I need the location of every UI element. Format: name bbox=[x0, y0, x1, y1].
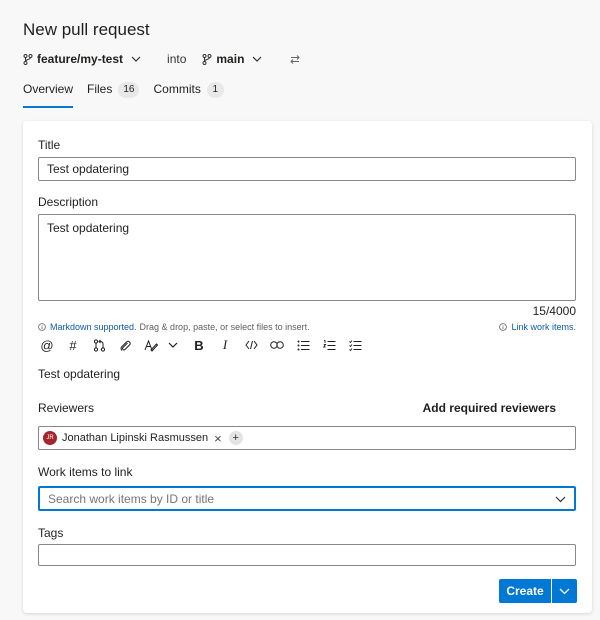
target-branch-name: main bbox=[216, 52, 245, 66]
chevron-down-icon bbox=[252, 56, 266, 62]
add-reviewer-icon[interactable]: + bbox=[228, 431, 243, 445]
branch-icon bbox=[202, 53, 212, 65]
chevron-down-icon[interactable] bbox=[555, 492, 566, 506]
create-options-button[interactable] bbox=[551, 579, 577, 603]
description-field[interactable]: Test opdatering bbox=[38, 214, 576, 301]
create-button-group: Create bbox=[499, 579, 577, 603]
markdown-hint-text: Drag & drop, paste, or select files to i… bbox=[139, 322, 310, 332]
branch-selector-row: feature/my-test into main bbox=[23, 51, 301, 67]
tab-label: Commits bbox=[153, 82, 201, 96]
bulleted-list-icon[interactable] bbox=[294, 336, 312, 354]
work-items-search-input[interactable] bbox=[48, 491, 555, 506]
italic-icon[interactable]: I bbox=[216, 336, 234, 354]
description-value: Test opdatering bbox=[47, 221, 130, 235]
link-work-items-link[interactable]: Link work items. bbox=[499, 322, 576, 332]
tab-files[interactable]: Files 16 bbox=[87, 82, 140, 108]
highlight-icon[interactable] bbox=[142, 336, 160, 354]
link-icon[interactable] bbox=[268, 336, 286, 354]
chevron-down-icon[interactable] bbox=[164, 336, 182, 354]
mention-icon[interactable]: @ bbox=[38, 336, 56, 354]
tab-bar: Overview Files 16 Commits 1 bbox=[23, 82, 238, 108]
tab-label: Files bbox=[87, 82, 113, 96]
pull-request-form: Title Test opdatering Description Test o… bbox=[23, 121, 592, 613]
tab-overview[interactable]: Overview bbox=[23, 82, 74, 108]
remove-reviewer-icon[interactable]: × bbox=[214, 432, 222, 445]
numbered-list-icon[interactable] bbox=[320, 336, 338, 354]
pull-request-icon[interactable] bbox=[90, 336, 108, 354]
source-branch-dropdown[interactable]: feature/my-test bbox=[23, 52, 145, 66]
add-required-reviewers-button[interactable]: Add required reviewers bbox=[423, 401, 556, 415]
source-branch-name: feature/my-test bbox=[37, 52, 124, 66]
files-count-badge: 16 bbox=[118, 82, 140, 98]
checklist-icon[interactable] bbox=[346, 336, 364, 354]
markdown-supported-link[interactable]: Markdown supported. bbox=[50, 322, 137, 332]
commits-count-badge: 1 bbox=[206, 82, 224, 98]
into-label: into bbox=[167, 52, 187, 66]
work-items-label: Work items to link bbox=[38, 465, 133, 479]
reviewer-chip: JR Jonathan Lipinski Rasmussen × + bbox=[43, 431, 243, 445]
link-work-items-label: Link work items. bbox=[511, 322, 576, 332]
work-items-search-field bbox=[38, 486, 576, 511]
character-count: 15/4000 bbox=[532, 304, 576, 318]
info-icon bbox=[499, 323, 508, 331]
hashtag-icon[interactable]: # bbox=[64, 336, 82, 354]
tab-label: Overview bbox=[23, 82, 74, 96]
bold-icon[interactable]: B bbox=[190, 336, 208, 354]
reviewers-label: Reviewers bbox=[38, 401, 95, 415]
description-preview: Test opdatering bbox=[38, 367, 121, 381]
chevron-down-icon bbox=[559, 588, 570, 594]
reviewers-field[interactable]: JR Jonathan Lipinski Rasmussen × + bbox=[38, 426, 576, 450]
swap-branches-icon[interactable] bbox=[290, 54, 301, 64]
markdown-toolbar: @ # B I bbox=[38, 336, 372, 354]
title-field[interactable]: Test opdatering bbox=[38, 157, 576, 181]
reviewer-name: Jonathan Lipinski Rasmussen bbox=[62, 432, 209, 444]
chevron-down-icon bbox=[131, 56, 145, 62]
markdown-hint: Markdown supported. Drag & drop, paste, … bbox=[38, 322, 310, 332]
create-button[interactable]: Create bbox=[499, 579, 551, 603]
description-label: Description bbox=[38, 195, 99, 209]
attach-icon[interactable] bbox=[116, 336, 134, 354]
title-value: Test opdatering bbox=[47, 162, 130, 176]
tags-input[interactable] bbox=[38, 544, 576, 566]
page-title: New pull request bbox=[23, 20, 150, 39]
target-branch-dropdown[interactable]: main bbox=[202, 52, 266, 66]
code-icon[interactable] bbox=[242, 336, 260, 354]
tab-commits[interactable]: Commits 1 bbox=[153, 82, 224, 108]
title-label: Title bbox=[38, 138, 61, 152]
tags-label: Tags bbox=[38, 526, 64, 540]
avatar: JR bbox=[43, 431, 57, 445]
info-icon bbox=[38, 323, 46, 331]
branch-icon bbox=[23, 53, 33, 65]
